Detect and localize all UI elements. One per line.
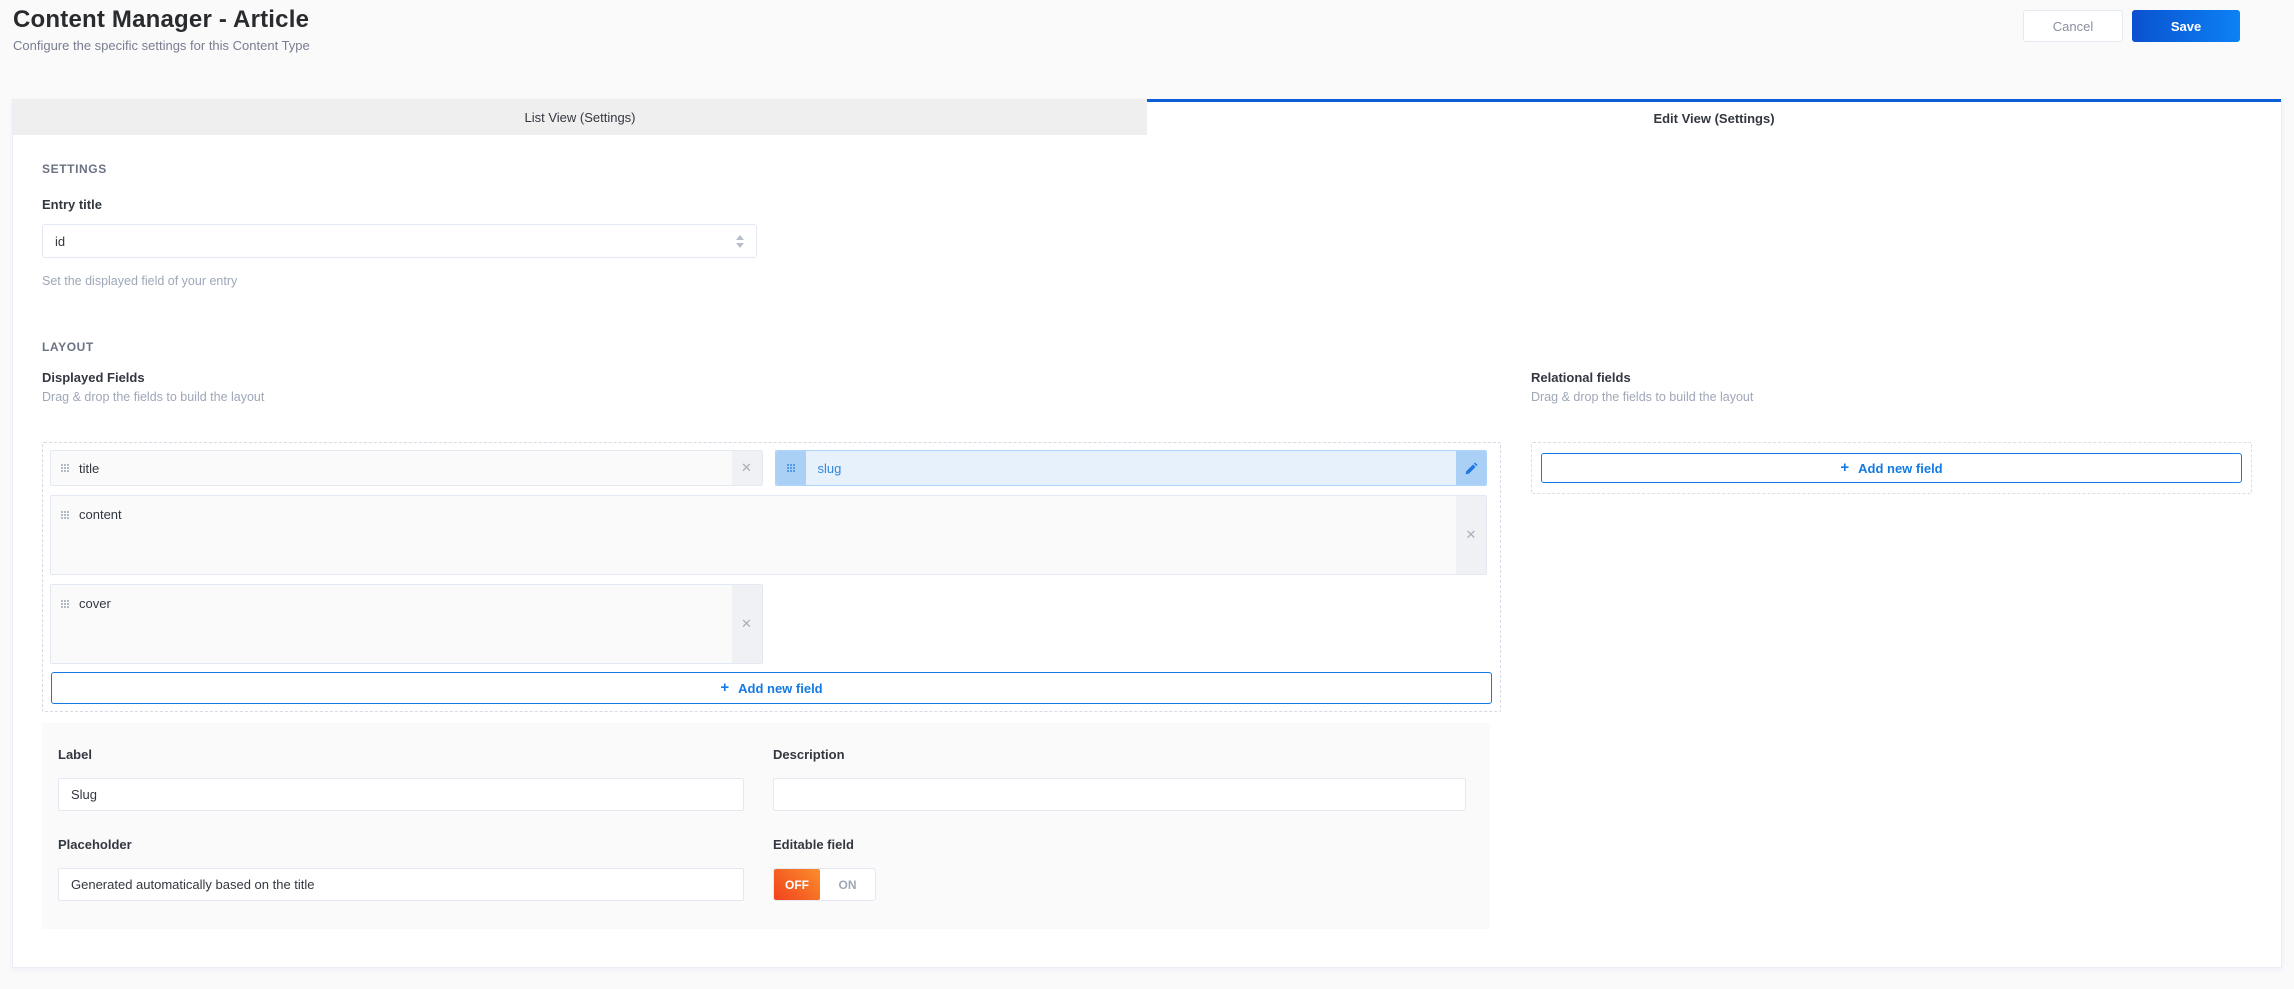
displayed-fields-dropzone: title ✕ slug content ✕ cover ✕ + Add new… [42,442,1501,712]
field-chip-label: slug [817,460,842,476]
label-input[interactable] [58,778,744,811]
remove-field-button[interactable]: ✕ [731,451,762,485]
add-new-field-label: Add new field [738,680,823,696]
edit-field-button[interactable] [1456,451,1486,485]
close-icon: ✕ [1465,527,1477,542]
page-title: Content Manager - Article [13,6,310,33]
relational-fields-dropzone: + Add new field [1531,442,2252,494]
close-icon: ✕ [741,460,752,475]
settings-section-title: SETTINGS [42,162,107,176]
field-chip-label: title [79,460,100,476]
toggle-off-option[interactable]: OFF [774,869,820,900]
add-new-field-button[interactable]: + Add new field [51,672,1492,704]
close-icon: ✕ [741,616,752,631]
drag-handle-icon[interactable] [61,600,69,602]
field-chip-slug[interactable]: slug [774,450,1487,486]
description-input[interactable] [773,778,1466,811]
entry-title-select[interactable]: id [42,224,757,258]
displayed-fields-column: Displayed Fields Drag & drop the fields … [42,370,1501,929]
field-chip-title[interactable]: title ✕ [50,450,763,486]
plus-icon: + [1840,459,1850,476]
relational-fields-subtitle: Drag & drop the fields to build the layo… [1531,390,1754,404]
page-header: Content Manager - Article Configure the … [0,0,2294,99]
editable-field-label: Editable field [773,837,854,852]
displayed-fields-subtitle: Drag & drop the fields to build the layo… [42,390,265,404]
add-relational-field-label: Add new field [1858,460,1943,476]
toggle-on-option[interactable]: ON [820,869,875,900]
relational-fields-title: Relational fields [1531,370,1631,385]
editable-field-toggle[interactable]: OFF ON [773,868,876,901]
tab-list-view-settings[interactable]: List View (Settings) [13,99,1147,135]
placeholder-input[interactable] [58,868,744,901]
view-tabs: List View (Settings) Edit View (Settings… [13,99,2281,135]
remove-field-button[interactable]: ✕ [731,585,762,663]
tab-edit-view-settings[interactable]: Edit View (Settings) [1147,99,2281,135]
plus-icon: + [720,679,730,696]
field-settings-panel: Label Description Placeholder [42,723,1490,929]
add-relational-field-button[interactable]: + Add new field [1541,453,2242,483]
entry-title-label: Entry title [42,197,102,212]
entry-title-help: Set the displayed field of your entry [42,274,238,288]
relational-fields-column: Relational fields Drag & drop the fields… [1531,370,2252,929]
field-chip-content[interactable]: content ✕ [50,495,1487,575]
description-field-label: Description [773,747,845,762]
drag-handle-icon[interactable] [61,511,69,513]
field-chip-label: cover [79,596,111,611]
cancel-button[interactable]: Cancel [2023,10,2123,42]
label-field-label: Label [58,747,92,762]
pencil-icon [1465,461,1478,474]
save-button[interactable]: Save [2132,10,2240,42]
field-chip-cover[interactable]: cover ✕ [50,584,763,664]
field-chip-label: content [79,507,122,522]
entry-title-select-value: id [55,233,66,249]
drag-handle-icon[interactable] [775,451,806,485]
page-subtitle: Configure the specific settings for this… [13,38,310,53]
placeholder-field-label: Placeholder [58,837,132,852]
remove-field-button[interactable]: ✕ [1456,496,1486,574]
caret-up-down-icon [736,234,744,248]
drag-handle-icon[interactable] [61,464,69,466]
layout-section-title: LAYOUT [42,340,94,354]
settings-card: List View (Settings) Edit View (Settings… [12,99,2282,968]
displayed-fields-title: Displayed Fields [42,370,145,385]
